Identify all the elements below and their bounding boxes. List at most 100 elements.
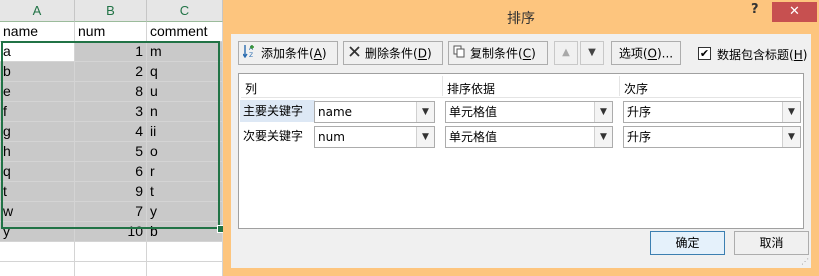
cell-a11[interactable]: y xyxy=(0,222,75,242)
cell-empty[interactable] xyxy=(75,242,147,262)
cell-b1[interactable]: num xyxy=(75,22,147,42)
has-headers-checkbox[interactable]: ✔ xyxy=(698,47,711,60)
ok-button[interactable]: 确定 xyxy=(650,231,725,255)
secondary-order-value: 升序 xyxy=(627,130,652,144)
cell-b7[interactable]: 5 xyxy=(75,142,147,162)
cell-b3[interactable]: 2 xyxy=(75,62,147,82)
cell-c4[interactable]: u xyxy=(147,82,223,102)
triangle-up-icon: ▲ xyxy=(562,47,570,58)
column-header-b[interactable]: B xyxy=(75,0,147,22)
primary-column-value: name xyxy=(318,105,353,119)
cell-c2[interactable]: m xyxy=(147,42,223,62)
add-level-button[interactable]: AZ 添加条件(A) xyxy=(238,41,338,65)
help-button[interactable]: ? xyxy=(751,2,759,17)
cell-a3[interactable]: b xyxy=(0,62,75,82)
primary-order-select[interactable]: 升序 ▼ xyxy=(623,101,801,123)
secondary-sort-on-select[interactable]: 单元格值 ▼ xyxy=(445,126,613,148)
options-suffix: )... xyxy=(657,46,674,61)
close-button[interactable]: ✕ xyxy=(772,2,817,22)
cell-c8[interactable]: r xyxy=(147,162,223,182)
cell-c7[interactable]: o xyxy=(147,142,223,162)
cell-c1[interactable]: comment xyxy=(147,22,223,42)
add-level-paren: ) xyxy=(321,46,327,61)
cell-b5[interactable]: 3 xyxy=(75,102,147,122)
cell-a8[interactable]: q xyxy=(0,162,75,182)
copy-level-label: 复制条件( xyxy=(470,46,523,61)
cell-b4[interactable]: 8 xyxy=(75,82,147,102)
column-header-label: 列 xyxy=(245,82,258,96)
has-headers-shortcut: H xyxy=(793,48,803,62)
cell-c3[interactable]: q xyxy=(147,62,223,82)
sort-on-header-label: 排序依据 xyxy=(447,82,496,96)
cell-empty[interactable] xyxy=(147,262,223,276)
chevron-down-icon[interactable]: ▼ xyxy=(594,102,612,122)
cell-a9[interactable]: t xyxy=(0,182,75,202)
secondary-sort-on-value: 单元格值 xyxy=(449,130,498,144)
primary-order-value: 升序 xyxy=(627,105,652,119)
copy-icon xyxy=(453,43,466,65)
chevron-down-icon[interactable]: ▼ xyxy=(416,127,434,147)
cell-c9[interactable]: t xyxy=(147,182,223,202)
cell-a4[interactable]: e xyxy=(0,82,75,102)
column-header-c[interactable]: C xyxy=(147,0,223,22)
secondary-column-value: num xyxy=(318,130,345,144)
cell-a1[interactable]: name xyxy=(0,22,75,42)
cancel-button[interactable]: 取消 xyxy=(734,231,809,255)
order-header-label: 次序 xyxy=(624,82,649,96)
options-label: 选项( xyxy=(618,46,648,61)
copy-level-button[interactable]: 复制条件(C) xyxy=(448,41,548,65)
cell-empty[interactable] xyxy=(147,242,223,262)
sort-dialog: 排序 ? ✕ AZ 添加条件(A) 删除条件(D) 复制条件(C) ▲ ▼ 选项… xyxy=(223,0,819,276)
delete-level-label: 删除条件( xyxy=(365,46,418,61)
cell-b11[interactable]: 10 xyxy=(75,222,147,242)
chevron-down-icon[interactable]: ▼ xyxy=(782,127,800,147)
cell-c6[interactable]: ii xyxy=(147,122,223,142)
header-divider xyxy=(442,76,443,96)
cell-a5[interactable]: f xyxy=(0,102,75,122)
primary-column-select[interactable]: name ▼ xyxy=(314,101,435,123)
cell-a7[interactable]: h xyxy=(0,142,75,162)
cell-a2[interactable]: a xyxy=(0,42,75,62)
cell-a10[interactable]: w xyxy=(0,202,75,222)
cell-b2[interactable]: 1 xyxy=(75,42,147,62)
chevron-down-icon[interactable]: ▼ xyxy=(594,127,612,147)
cell-b8[interactable]: 6 xyxy=(75,162,147,182)
cell-c10[interactable]: y xyxy=(147,202,223,222)
cell-b10[interactable]: 7 xyxy=(75,202,147,222)
cell-empty[interactable] xyxy=(0,242,75,262)
secondary-order-select[interactable]: 升序 ▼ xyxy=(623,126,801,148)
cell-empty[interactable] xyxy=(75,262,147,276)
move-down-button[interactable]: ▼ xyxy=(580,41,604,65)
chevron-down-icon[interactable]: ▼ xyxy=(416,102,434,122)
column-header-a[interactable]: A xyxy=(0,0,75,22)
move-up-button[interactable]: ▲ xyxy=(554,41,578,65)
secondary-key-label[interactable]: 次要关键字 xyxy=(240,125,315,147)
sort-levels-panel: 列 排序依据 次序 主要关键字 name ▼ 单元格值 ▼ 升序 ▼ 次要关键字 xyxy=(238,73,804,229)
chevron-down-icon[interactable]: ▼ xyxy=(782,102,800,122)
primary-sort-on-select[interactable]: 单元格值 ▼ xyxy=(445,101,613,123)
cell-b6[interactable]: 4 xyxy=(75,122,147,142)
add-level-label: 添加条件( xyxy=(261,46,314,61)
add-level-icon: AZ xyxy=(242,43,257,65)
options-button[interactable]: 选项(O)... xyxy=(611,41,681,65)
copy-level-paren: ) xyxy=(531,46,536,61)
delete-level-button[interactable]: 删除条件(D) xyxy=(343,41,443,65)
secondary-column-select[interactable]: num ▼ xyxy=(314,126,435,148)
primary-key-label[interactable]: 主要关键字 xyxy=(240,100,315,122)
cell-b9[interactable]: 9 xyxy=(75,182,147,202)
cell-a6[interactable]: g xyxy=(0,122,75,142)
delete-level-shortcut: D xyxy=(417,46,427,61)
add-level-shortcut: A xyxy=(313,46,322,61)
cell-empty[interactable] xyxy=(0,262,75,276)
cell-c11[interactable]: b xyxy=(147,222,223,242)
dialog-titlebar[interactable]: 排序 ? ✕ xyxy=(223,0,819,34)
has-headers-label[interactable]: 数据包含标题(H) xyxy=(717,46,807,63)
primary-sort-on-value: 单元格值 xyxy=(449,105,498,119)
options-shortcut: O xyxy=(647,46,657,61)
triangle-down-icon: ▼ xyxy=(588,47,596,58)
cell-c5[interactable]: n xyxy=(147,102,223,122)
resize-grip-icon[interactable]: ⋰ xyxy=(801,258,809,266)
has-headers-suffix: ) xyxy=(802,48,808,62)
header-separator xyxy=(241,97,801,98)
dialog-title: 排序 xyxy=(507,11,535,27)
